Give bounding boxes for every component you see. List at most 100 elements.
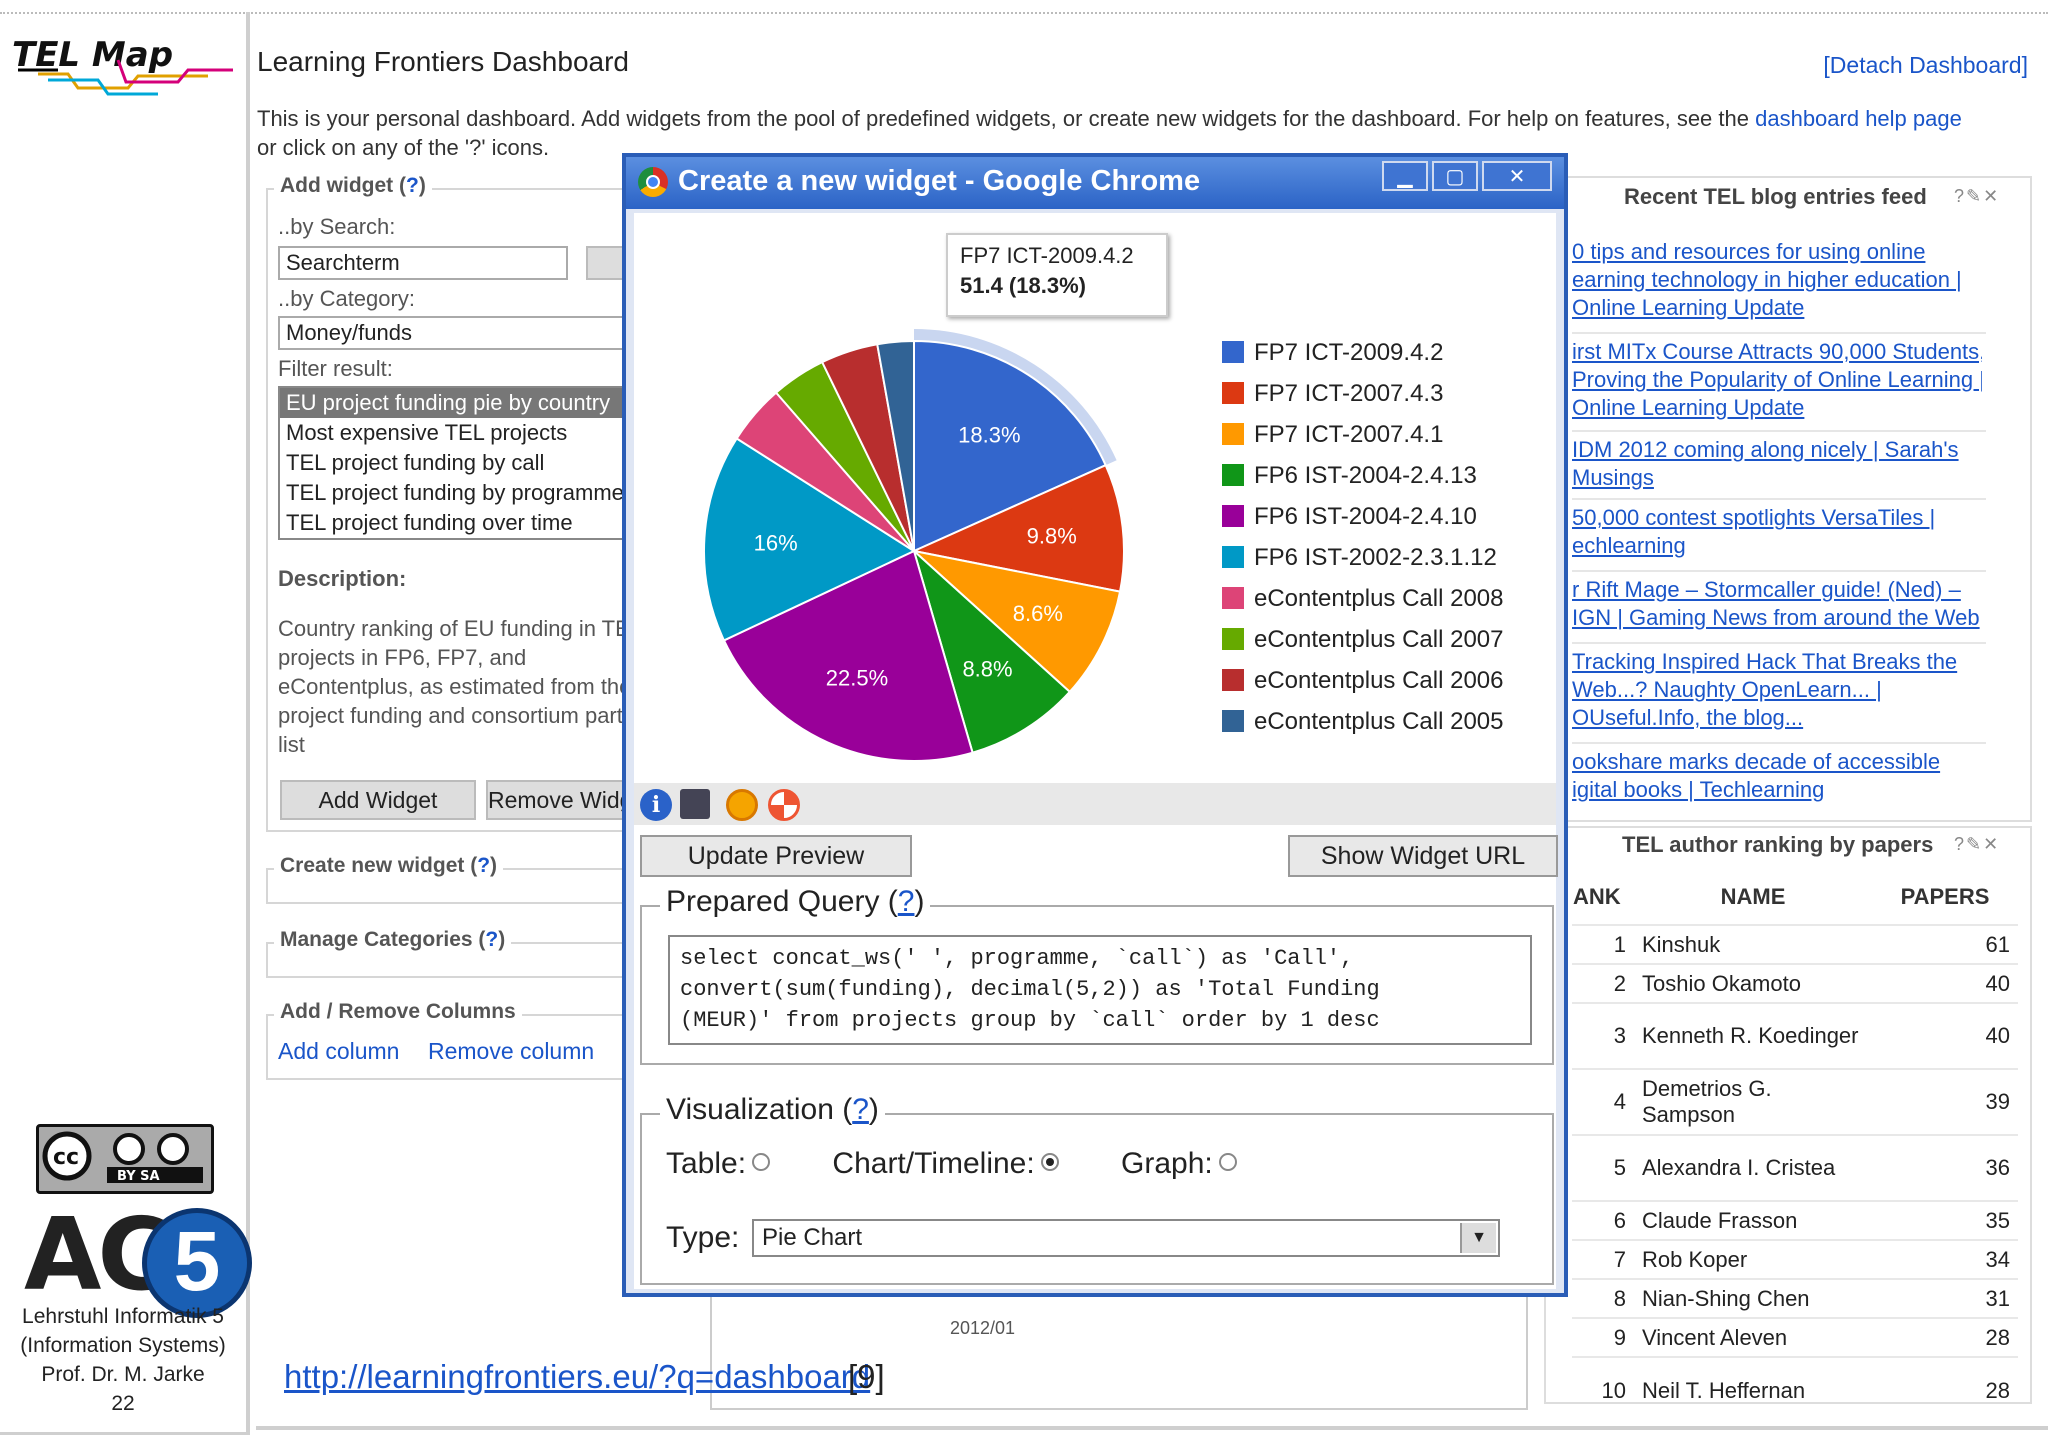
edit-icon[interactable]: ✎ <box>1966 186 1983 206</box>
add-widget-button[interactable]: Add Widget <box>280 780 476 820</box>
search-input[interactable]: Searchterm <box>278 246 568 280</box>
table-row[interactable]: 3 Kenneth R. Koedinger 40 <box>1572 1002 2018 1069</box>
column-header-papers[interactable]: PAPERS <box>1872 870 2018 925</box>
help-link[interactable]: ? <box>477 854 490 877</box>
close-window-button[interactable]: ✕ <box>1482 161 1552 191</box>
list-item[interactable]: Most expensive TEL projects <box>280 418 630 448</box>
blog-entry-line[interactable]: OUseful.Info, the blog... <box>1572 704 1982 732</box>
manage-categories-legend[interactable]: Manage Categories (?) <box>274 928 512 952</box>
help-link[interactable]: ? <box>485 928 498 951</box>
legend-entry[interactable]: FP6 IST-2004-2.4.10 <box>1222 503 1477 531</box>
remove-column-link[interactable]: Remove column <box>428 1038 594 1065</box>
blog-entry-line[interactable]: earning technology in higher education | <box>1572 266 1982 294</box>
table-row[interactable]: 6 Claude Frasson 35 <box>1572 1200 2018 1240</box>
edit-icon[interactable]: ✎ <box>1966 834 1983 854</box>
close-icon[interactable]: ✕ <box>1983 186 2000 206</box>
chevron-down-icon[interactable]: ▼ <box>1460 1223 1496 1253</box>
blog-entry-line[interactable]: r Rift Mage – Stormcaller guide! (Ned) – <box>1572 576 1982 604</box>
graph-radio[interactable] <box>1218 1153 1237 1171</box>
table-row[interactable]: 5 Alexandra I. Cristea 36 <box>1572 1134 2018 1201</box>
legend-entry[interactable]: FP6 IST-2002-2.3.1.12 <box>1222 544 1497 572</box>
refresh-icon[interactable] <box>726 789 758 821</box>
category-select[interactable]: Money/funds <box>278 316 628 350</box>
blog-entry-line[interactable]: Web...? Naughty OpenLearn... | <box>1572 676 1982 704</box>
dashboard-help-link[interactable]: dashboard help page <box>1755 106 1962 131</box>
blog-entry-line[interactable]: Online Learning Update <box>1572 294 1982 322</box>
column-header-rank[interactable]: ANK <box>1572 870 1634 925</box>
legend-entry[interactable]: eContentplus Call 2005 <box>1222 708 1504 736</box>
table-row[interactable]: 1 Kinshuk 61 <box>1572 924 2018 964</box>
remove-widget-button[interactable]: Remove Widget <box>486 780 626 820</box>
maximize-button[interactable]: ▢ <box>1432 161 1478 191</box>
detach-dashboard-link[interactable]: [Detach Dashboard] <box>1823 52 2028 79</box>
widget-controls[interactable]: ?✎✕ <box>1954 834 2000 855</box>
create-widget-legend[interactable]: Create new widget (?) <box>274 854 504 878</box>
legend-label: eContentplus Call 2006 <box>1254 667 1504 694</box>
query-textarea[interactable]: select concat_ws(' ', programme, `call`)… <box>668 935 1532 1045</box>
chart-type-select[interactable]: Pie Chart ▼ <box>752 1219 1500 1257</box>
legend-entry[interactable]: FP7 ICT-2007.4.1 <box>1222 421 1443 449</box>
help-icon[interactable]: ? <box>1954 834 1966 854</box>
widget-controls[interactable]: ?✎✕ <box>1954 186 2000 207</box>
blog-entry-line[interactable]: ookshare marks decade of accessible <box>1572 748 1982 776</box>
help-lifebuoy-icon[interactable] <box>768 789 800 821</box>
list-item[interactable]: TEL project funding by call <box>280 448 630 478</box>
blog-entry-line[interactable]: IGN | Gaming News from around the Web <box>1572 604 1982 632</box>
update-preview-button[interactable]: Update Preview <box>640 835 912 877</box>
help-link[interactable]: ? <box>406 174 419 197</box>
widget-results-list[interactable]: EU project funding pie by country Most e… <box>278 386 632 540</box>
blog-entry-link[interactable]: r Rift Mage – Stormcaller guide! (Ned) –… <box>1572 576 1982 632</box>
rank-cell: 9 <box>1572 1317 1634 1357</box>
blog-entry-link[interactable]: ookshare marks decade of accessible igita… <box>1572 748 1982 804</box>
close-icon[interactable]: ✕ <box>1983 834 2000 854</box>
table-row[interactable]: 4 Demetrios G. Sampson 39 <box>1572 1068 2018 1135</box>
blog-entry-link[interactable]: Tracking Inspired Hack That Breaks the We… <box>1572 648 1982 732</box>
search-button[interactable] <box>586 246 626 280</box>
blog-entry-line[interactable]: Musings <box>1572 464 1982 492</box>
blog-entry-line[interactable]: Online Learning Update <box>1572 394 1982 422</box>
blog-entry-line[interactable]: Proving the Popularity of Online Learnin… <box>1572 366 1982 394</box>
legend-entry[interactable]: FP7 ICT-2007.4.3 <box>1222 380 1443 408</box>
table-row[interactable]: 2 Toshio Okamoto 40 <box>1572 963 2018 1003</box>
blog-entry-line[interactable]: 50,000 contest spotlights VersaTiles | <box>1572 504 1982 532</box>
window-titlebar[interactable]: Create a new widget - Google Chrome ▁ ▢ … <box>626 157 1564 209</box>
help-icon[interactable]: ? <box>1954 186 1966 206</box>
legend-entry[interactable]: FP7 ICT-2009.4.2 <box>1222 339 1443 367</box>
chart-radio[interactable] <box>1040 1153 1059 1171</box>
table-row[interactable]: 7 Rob Koper 34 <box>1572 1239 2018 1279</box>
list-item[interactable]: TEL project funding by programme <box>280 478 630 508</box>
blog-entry-link[interactable]: IDM 2012 coming along nicely | Sarah's Mu… <box>1572 436 1982 492</box>
info-icon[interactable]: i <box>640 789 672 821</box>
legend-entry[interactable]: eContentplus Call 2008 <box>1222 585 1504 613</box>
blog-entry-line[interactable]: echlearning <box>1572 532 1982 560</box>
table-row[interactable]: 9 Vincent Aleven 28 <box>1572 1317 2018 1357</box>
column-header-name[interactable]: NAME <box>1634 870 1872 925</box>
legend-entry[interactable]: FP6 IST-2004-2.4.13 <box>1222 462 1477 490</box>
legend-entry[interactable]: eContentplus Call 2006 <box>1222 667 1504 695</box>
table-radio[interactable] <box>752 1153 771 1171</box>
graph-option[interactable]: Graph: <box>1121 1147 1237 1180</box>
list-item[interactable]: TEL project funding over time <box>280 508 630 538</box>
table-row[interactable]: 10 Neil T. Heffernan 28 <box>1572 1356 2018 1423</box>
blog-entry-line[interactable]: IDM 2012 coming along nicely | Sarah's <box>1572 436 1982 464</box>
table-option[interactable]: Table: <box>666 1147 771 1180</box>
blog-entry-link[interactable]: 0 tips and resources for using online ear… <box>1572 238 1982 322</box>
blog-entry-line[interactable]: igital books | Techlearning <box>1572 776 1982 804</box>
blog-entry-line[interactable]: irst MITx Course Attracts 90,000 Student… <box>1572 338 1982 366</box>
list-item[interactable]: EU project funding pie by country <box>280 388 630 418</box>
intro-body: This is your personal dashboard. Add wid… <box>257 106 1749 131</box>
table-row[interactable]: 8 Nian-Shing Chen 31 <box>1572 1278 2018 1318</box>
legend-entry[interactable]: eContentplus Call 2007 <box>1222 626 1504 654</box>
chart-option[interactable]: Chart/Timeline: <box>832 1147 1059 1180</box>
blog-entry-link[interactable]: 50,000 contest spotlights VersaTiles | ec… <box>1572 504 1982 560</box>
add-column-link[interactable]: Add column <box>278 1038 399 1065</box>
blog-entry-line[interactable]: 0 tips and resources for using online <box>1572 238 1982 266</box>
help-link[interactable]: ? <box>898 885 915 918</box>
blog-entry-line[interactable]: Tracking Inspired Hack That Breaks the <box>1572 648 1982 676</box>
save-icon[interactable] <box>680 789 710 819</box>
show-widget-url-button[interactable]: Show Widget URL <box>1288 835 1558 877</box>
help-link[interactable]: ? <box>852 1093 869 1126</box>
blog-entry-link[interactable]: irst MITx Course Attracts 90,000 Student… <box>1572 338 1982 422</box>
dashboard-url-link[interactable]: http://learningfrontiers.eu/?q=dashboard <box>284 1358 870 1396</box>
minimize-button[interactable]: ▁ <box>1382 161 1428 191</box>
